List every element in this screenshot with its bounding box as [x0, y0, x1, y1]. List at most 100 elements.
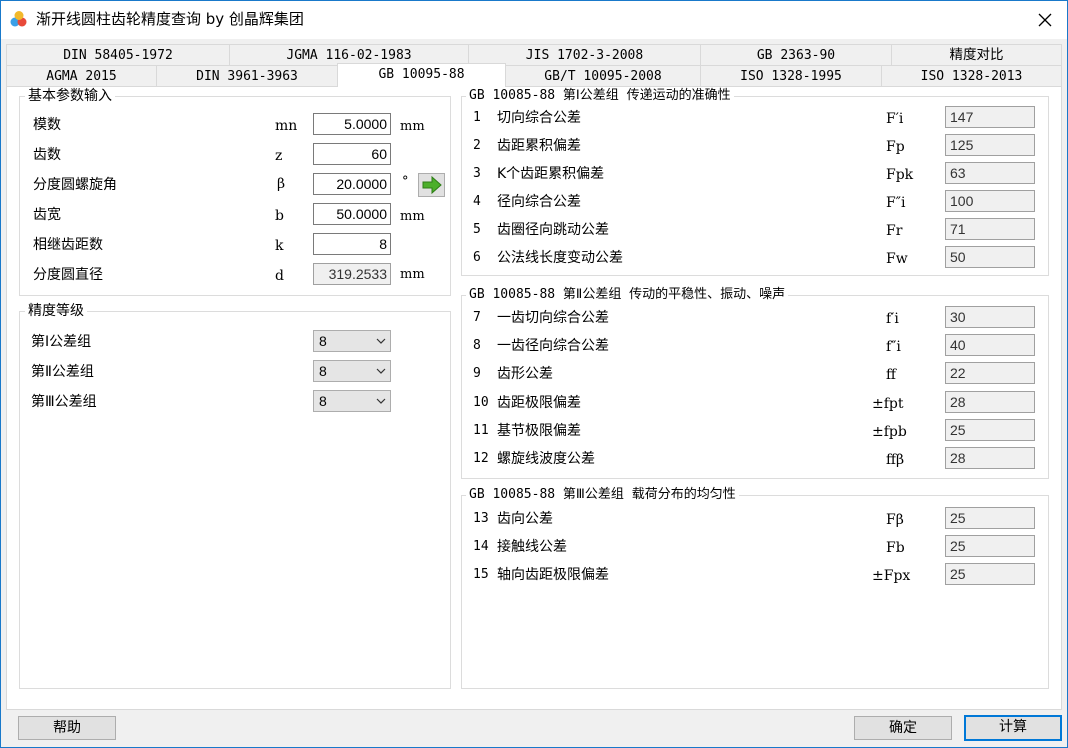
tolerance-row-value: 100 [945, 190, 1035, 212]
tolerance-row-number: 8 [473, 338, 481, 353]
tab-gbt-10095-2008[interactable]: GB/T 10095-2008 [505, 65, 701, 87]
chevron-down-icon [376, 391, 386, 411]
tolerance-row-value: 40 [945, 334, 1035, 356]
tab-accuracy-compare[interactable]: 精度对比 [891, 44, 1062, 66]
tolerance-row-symbol: ff [886, 367, 896, 383]
pitch-count-input[interactable]: 8 [313, 233, 391, 255]
title-bar: 渐开线圆柱齿轮精度查询 by 创晶辉集团 [0, 0, 1068, 39]
pitch-diameter-unit: mm [400, 267, 425, 282]
teeth-label: 齿数 [33, 147, 61, 163]
tolerance-row-value: 50 [945, 246, 1035, 268]
accuracy-group2-select[interactable]: 8 [313, 360, 391, 382]
tolerance-row-number: 11 [473, 423, 489, 438]
tolerance-row-symbol: ffβ [886, 452, 905, 468]
arrow-right-icon [422, 176, 442, 194]
tolerance-row-name: 齿形公差 [497, 366, 553, 382]
tolerance-row-symbol: ±Fpx [872, 568, 911, 584]
tolerance-row-symbol: ±fpb [872, 424, 907, 440]
tolerance-row-name: 齿距极限偏差 [497, 395, 581, 411]
tolerance-row-symbol: Fw [886, 251, 908, 267]
tab-gb-2363[interactable]: GB 2363-90 [700, 44, 892, 66]
accuracy-group2-label: 第Ⅱ公差组 [31, 364, 94, 380]
tolerance-row-name: 螺旋线波度公差 [497, 451, 595, 467]
tolerance-row-number: 4 [473, 194, 481, 209]
tolerance-row-value: 25 [945, 563, 1035, 585]
helix-angle-label: 分度圆螺旋角 [33, 177, 117, 193]
face-width-label: 齿宽 [33, 207, 61, 223]
tolerance-row-symbol: f′i [886, 311, 899, 327]
accuracy-group1-value: 8 [319, 333, 327, 349]
tolerance-row-number: 15 [473, 567, 489, 582]
chevron-down-icon [376, 361, 386, 381]
module-unit: mm [400, 119, 425, 134]
calculate-button[interactable]: 计算 [964, 715, 1062, 741]
basic-params-title: 基本参数输入 [25, 88, 115, 104]
tolerance-row-value: 63 [945, 162, 1035, 184]
apply-angle-button[interactable] [418, 173, 445, 197]
tab-din-58405[interactable]: DIN 58405-1972 [6, 44, 230, 66]
module-input[interactable]: 5.0000 [313, 113, 391, 135]
tolerance-row-name: 接触线公差 [497, 539, 567, 555]
tab-agma-2015[interactable]: AGMA 2015 [6, 65, 157, 87]
tolerance-row-value: 147 [945, 106, 1035, 128]
tolerance-row-number: 2 [473, 138, 481, 153]
tolerance-row-number: 5 [473, 222, 481, 237]
close-button[interactable] [1022, 0, 1068, 39]
tolerance-group-3-title: GB 10085-88 第Ⅲ公差组 载荷分布的均匀性 [466, 487, 739, 503]
tolerance-row-name: 一齿径向综合公差 [497, 338, 609, 354]
pitch-count-label: 相继齿距数 [33, 237, 103, 253]
tolerance-row-symbol: Fpk [886, 167, 914, 183]
tolerance-row-name: 一齿切向综合公差 [497, 310, 609, 326]
tolerance-row-value: 28 [945, 391, 1035, 413]
tolerance-row-symbol: ±fpt [872, 396, 904, 412]
tolerance-row-name: 齿距累积偏差 [497, 138, 581, 154]
tolerance-group-2-title: GB 10085-88 第Ⅱ公差组 传动的平稳性、振动、噪声 [466, 287, 789, 303]
app-icon [10, 10, 28, 28]
tolerance-row-number: 3 [473, 166, 481, 181]
face-width-input[interactable]: 50.0000 [313, 203, 391, 225]
tolerance-row-name: K个齿距累积偏差 [497, 166, 605, 182]
ok-button[interactable]: 确定 [854, 716, 952, 740]
pitch-diameter-symbol: d [275, 268, 284, 284]
tolerance-row-number: 12 [473, 451, 489, 466]
tolerance-row-value: 25 [945, 535, 1035, 557]
tolerance-row-name: 轴向齿距极限偏差 [497, 567, 609, 583]
help-button[interactable]: 帮助 [18, 716, 116, 740]
tolerance-row-number: 13 [473, 511, 489, 526]
pitch-diameter-label: 分度圆直径 [33, 267, 103, 283]
tolerance-row-number: 1 [473, 110, 481, 125]
tab-din-3961[interactable]: DIN 3961-3963 [156, 65, 338, 87]
tolerance-row-value: 25 [945, 507, 1035, 529]
tolerance-row-value: 30 [945, 306, 1035, 328]
pitch-diameter-output: 319.2533 [313, 263, 391, 285]
tolerance-group-1-title: GB 10085-88 第Ⅰ公差组 传递运动的准确性 [466, 88, 734, 104]
tolerance-row-name: 齿向公差 [497, 511, 553, 527]
tolerance-row-number: 7 [473, 310, 481, 325]
tab-gb-10095-88[interactable]: GB 10095-88 [337, 63, 506, 87]
teeth-input[interactable]: 60 [313, 143, 391, 165]
tolerance-row-symbol: Fp [886, 139, 905, 155]
tolerance-row-symbol: F″i [886, 195, 906, 211]
tab-iso-1328-1995[interactable]: ISO 1328-1995 [700, 65, 882, 87]
tolerance-row-symbol: Fr [886, 223, 903, 239]
tab-iso-1328-2013[interactable]: ISO 1328-2013 [881, 65, 1062, 87]
tolerance-row-value: 71 [945, 218, 1035, 240]
helix-angle-input[interactable]: 20.0000 [313, 173, 391, 195]
tolerance-row-symbol: f″i [886, 339, 901, 355]
helix-angle-unit: ° [402, 174, 409, 189]
module-symbol: mn [275, 118, 298, 134]
tolerance-row-name: 基节极限偏差 [497, 423, 581, 439]
accuracy-group3-label: 第Ⅲ公差组 [31, 394, 97, 410]
tolerance-row-name: 切向综合公差 [497, 110, 581, 126]
tolerance-row-name: 径向综合公差 [497, 194, 581, 210]
accuracy-group1-select[interactable]: 8 [313, 330, 391, 352]
module-label: 模数 [33, 117, 61, 133]
face-width-symbol: b [275, 208, 284, 224]
accuracy-title: 精度等级 [25, 303, 87, 319]
tolerance-row-symbol: Fβ [886, 512, 904, 528]
helix-angle-symbol: β [277, 176, 286, 192]
pitch-count-symbol: k [275, 238, 284, 254]
accuracy-group3-select[interactable]: 8 [313, 390, 391, 412]
tolerance-row-value: 25 [945, 419, 1035, 441]
close-icon [1038, 13, 1052, 26]
